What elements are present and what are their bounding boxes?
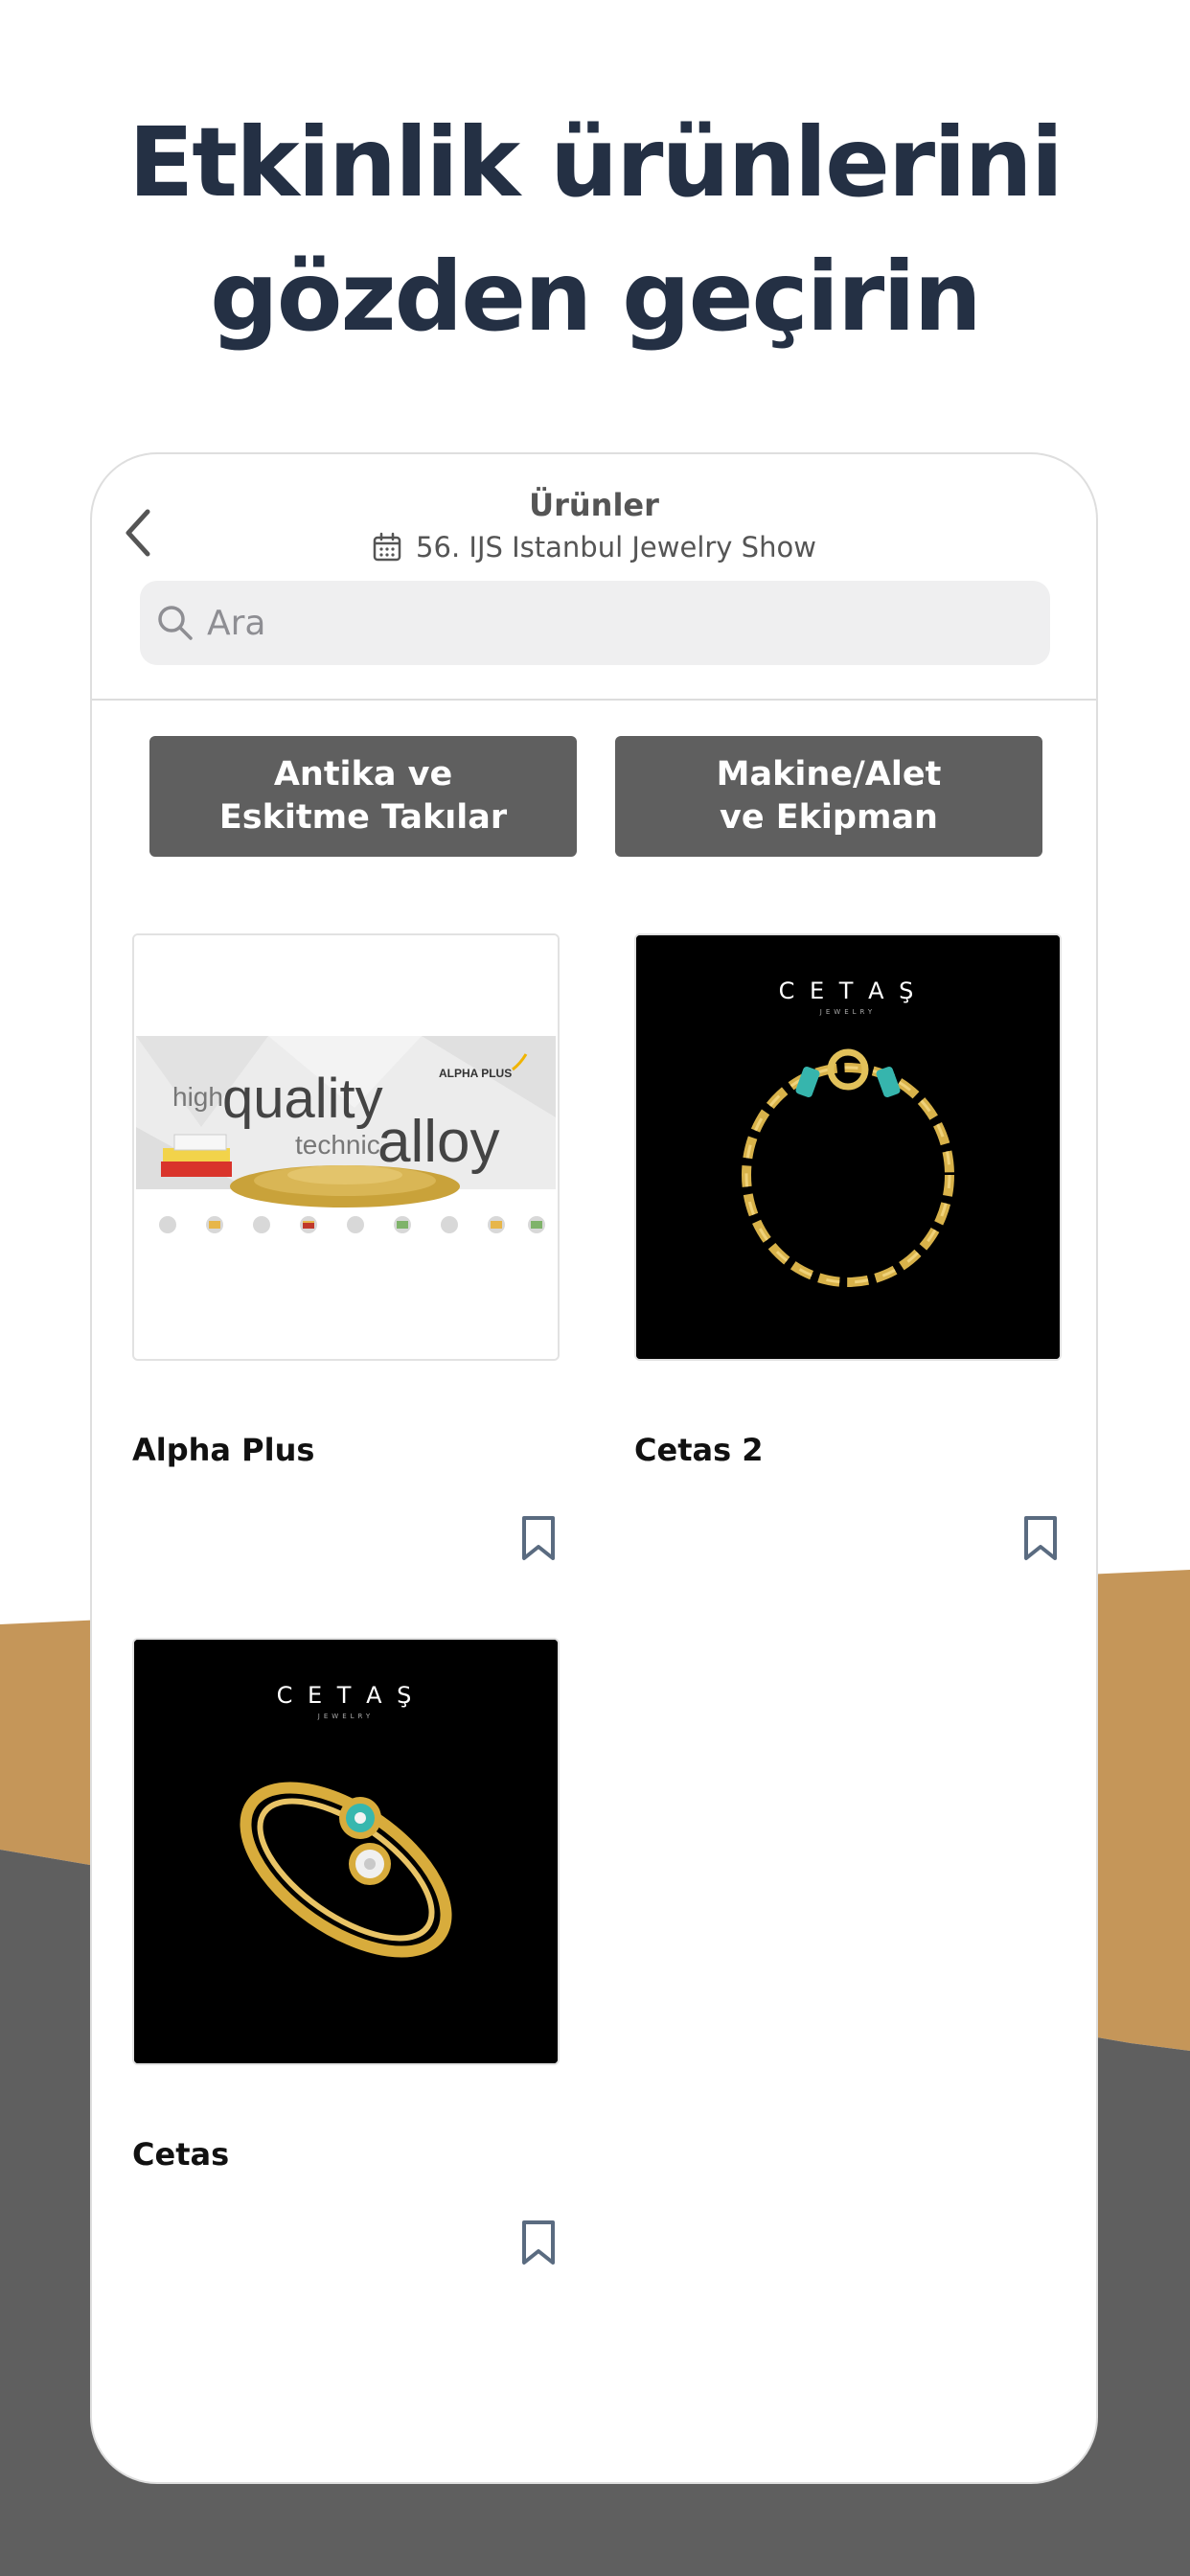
category-button-antique[interactable]: Antika ve Eskitme Takılar: [149, 736, 577, 857]
svg-text:technic: technic: [295, 1130, 380, 1160]
bookmark-button[interactable]: [1021, 1514, 1060, 1562]
search-input[interactable]: Ara: [140, 581, 1050, 665]
product-title[interactable]: Cetas 2: [634, 1432, 764, 1468]
calendar-icon: [373, 532, 401, 562]
search-placeholder: Ara: [207, 603, 266, 643]
headline: Etkinlik ürünlerini gözden geçirin: [0, 96, 1190, 364]
product-image[interactable]: C E T A Ş JEWELRY: [634, 933, 1062, 1361]
product-image[interactable]: C E T A Ş JEWELRY: [132, 1638, 560, 2065]
product-title[interactable]: Cetas: [132, 2136, 229, 2173]
event-subtitle: 56. IJS Istanbul Jewelry Show: [92, 531, 1096, 564]
bracelet-image: C E T A Ş JEWELRY: [636, 935, 1060, 1359]
bangle-image: C E T A Ş JEWELRY: [134, 1640, 558, 2063]
bookmark-icon: [522, 1516, 555, 1560]
phone-screen: Ürünler 56. IJS Istanbul Jewelry Show Ar…: [90, 452, 1098, 2484]
event-name: 56. IJS Istanbul Jewelry Show: [416, 531, 816, 564]
bookmark-button[interactable]: [519, 2219, 558, 2266]
svg-text:C E T A Ş: C E T A Ş: [277, 1682, 416, 1709]
search-icon: [158, 606, 193, 640]
category-button-machinery[interactable]: Makine/Alet ve Ekipman: [615, 736, 1042, 857]
svg-text:C E T A Ş: C E T A Ş: [779, 978, 918, 1004]
svg-text:ALPHA PLUS: ALPHA PLUS: [439, 1067, 512, 1080]
svg-text:high: high: [172, 1082, 223, 1112]
svg-text:quality: quality: [222, 1068, 383, 1130]
product-image[interactable]: ALPHA PLUS high quality technic alloy: [132, 933, 560, 1361]
category-label: Antika ve Eskitme Takılar: [218, 755, 508, 837]
svg-text:JEWELRY: JEWELRY: [819, 1008, 876, 1016]
category-label: Makine/Alet ve Ekipman: [716, 755, 942, 837]
alpha-plus-banner-image: ALPHA PLUS high quality technic alloy: [134, 935, 558, 1359]
headline-line-1: Etkinlik ürünlerini: [127, 106, 1064, 218]
page-title: Ürünler: [529, 487, 659, 523]
svg-text:JEWELRY: JEWELRY: [317, 1713, 374, 1720]
product-title[interactable]: Alpha Plus: [132, 1432, 314, 1468]
header-divider: [92, 699, 1096, 701]
bookmark-icon: [522, 2220, 555, 2265]
bookmark-button[interactable]: [519, 1514, 558, 1562]
svg-text:alloy: alloy: [378, 1109, 500, 1175]
bookmark-icon: [1024, 1516, 1057, 1560]
headline-line-2: gözden geçirin: [210, 241, 982, 353]
